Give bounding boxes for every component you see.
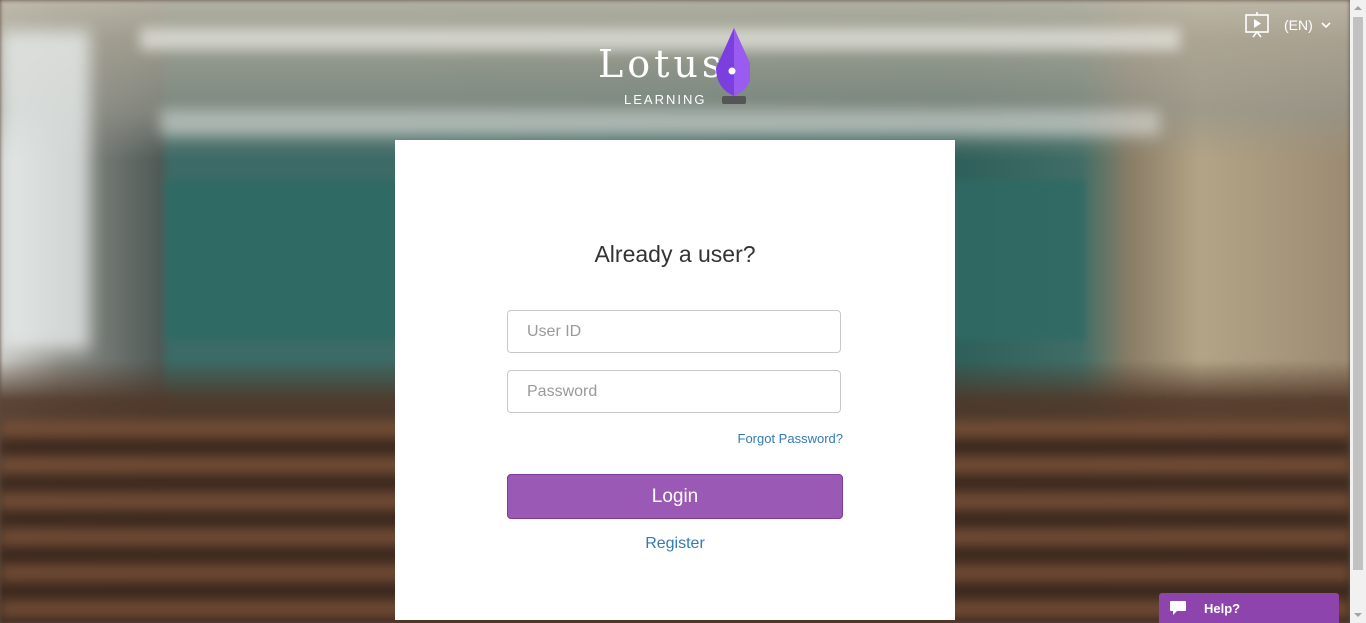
fountain-pen-icon [716, 28, 750, 104]
scrollbar-thumb[interactable] [1353, 17, 1363, 570]
user-id-input[interactable] [507, 310, 841, 353]
language-label: (EN) [1284, 17, 1313, 33]
register-link[interactable]: Register [395, 535, 955, 553]
background-window [0, 30, 90, 350]
language-selector[interactable]: (EN) [1284, 17, 1331, 33]
brand-tagline: LEARNING [624, 92, 707, 107]
header-tools: (EN) [1244, 12, 1331, 38]
brand-name: Lotus [598, 42, 726, 86]
help-label: Help? [1204, 600, 1241, 616]
login-button[interactable]: Login [507, 474, 843, 519]
chat-bubble-icon [1170, 601, 1186, 615]
help-widget-button[interactable]: Help? [1159, 593, 1339, 623]
scroll-down-arrow-icon[interactable] [1354, 613, 1362, 617]
password-input[interactable] [507, 370, 841, 413]
login-card: Already a user? Forgot Password? Login R… [395, 140, 955, 620]
page-scrollbar[interactable] [1350, 0, 1366, 623]
brand-logo: Lotus LEARNING [598, 28, 758, 110]
scroll-up-arrow-icon[interactable] [1354, 6, 1362, 10]
login-title: Already a user? [594, 241, 756, 267]
background-ceiling-light [160, 110, 1160, 136]
forgot-password-link[interactable]: Forgot Password? [738, 431, 844, 446]
chevron-down-icon [1321, 22, 1331, 29]
presentation-play-icon[interactable] [1244, 12, 1270, 38]
